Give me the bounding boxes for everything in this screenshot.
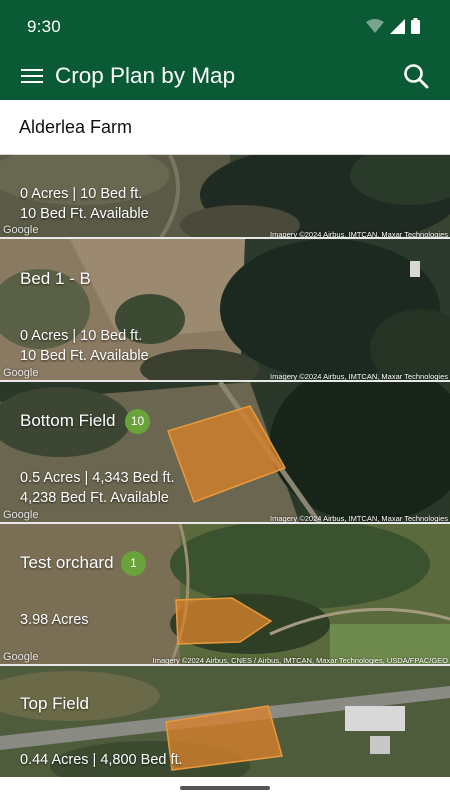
field-title: Bed 1 - B — [20, 269, 91, 288]
status-time: 9:30 — [27, 17, 61, 36]
google-watermark: Google — [3, 509, 39, 521]
field-card[interactable]: Bed 1 - B 0 Acres | 10 Bed ft. 10 Bed Ft… — [0, 239, 450, 382]
field-card[interactable]: Bottom Field 10 0.5 Acres | 4,343 Bed ft… — [0, 382, 450, 524]
cell-signal-icon — [390, 18, 405, 34]
planting-count-badge: 1 — [121, 551, 146, 576]
field-list[interactable]: 0 Acres | 10 Bed ft. 10 Bed Ft. Availabl… — [0, 155, 450, 777]
field-area-text: 0.5 Acres | 4,343 Bed ft. — [20, 470, 175, 486]
field-available-text: 4,238 Bed Ft. Available — [20, 490, 169, 506]
field-available-text: 10 Bed Ft. Available — [20, 206, 149, 222]
google-watermark: Google — [3, 651, 39, 663]
status-bar: 9:30 — [0, 0, 450, 55]
status-icons — [366, 18, 420, 34]
wifi-icon — [366, 19, 384, 33]
planting-count-badge: 10 — [125, 409, 150, 434]
gesture-navigation-bar — [0, 777, 450, 800]
google-watermark: Google — [3, 224, 39, 236]
search-icon[interactable] — [402, 62, 430, 90]
field-card[interactable]: 0 Acres | 10 Bed ft. 10 Bed Ft. Availabl… — [0, 155, 450, 239]
field-area-text: 0 Acres | 10 Bed ft. — [20, 186, 143, 202]
field-area-text: 0 Acres | 10 Bed ft. — [20, 328, 143, 344]
farm-name: Alderlea Farm — [19, 117, 133, 137]
field-area-text: 0.44 Acres | 4,800 Bed ft. — [20, 752, 183, 768]
farm-selector[interactable]: Alderlea Farm — [0, 100, 450, 155]
field-title: Test orchard — [20, 553, 114, 572]
menu-icon[interactable] — [20, 65, 44, 89]
satellite-map-image — [0, 524, 450, 666]
field-area-text: 3.98 Acres — [20, 612, 89, 628]
field-title: Top Field — [20, 694, 89, 713]
field-available-text: 10 Bed Ft. Available — [20, 348, 149, 364]
google-watermark: Google — [3, 367, 39, 379]
field-title: Bottom Field — [20, 411, 116, 430]
app-bar: Crop Plan by Map — [0, 55, 450, 100]
home-handle[interactable] — [180, 786, 270, 790]
field-card[interactable]: Test orchard 1 3.98 Acres Google Imagery… — [0, 524, 450, 666]
field-card[interactable]: Top Field 0.44 Acres | 4,800 Bed ft. — [0, 666, 450, 777]
battery-icon — [411, 18, 420, 34]
page-title: Crop Plan by Map — [55, 63, 236, 88]
